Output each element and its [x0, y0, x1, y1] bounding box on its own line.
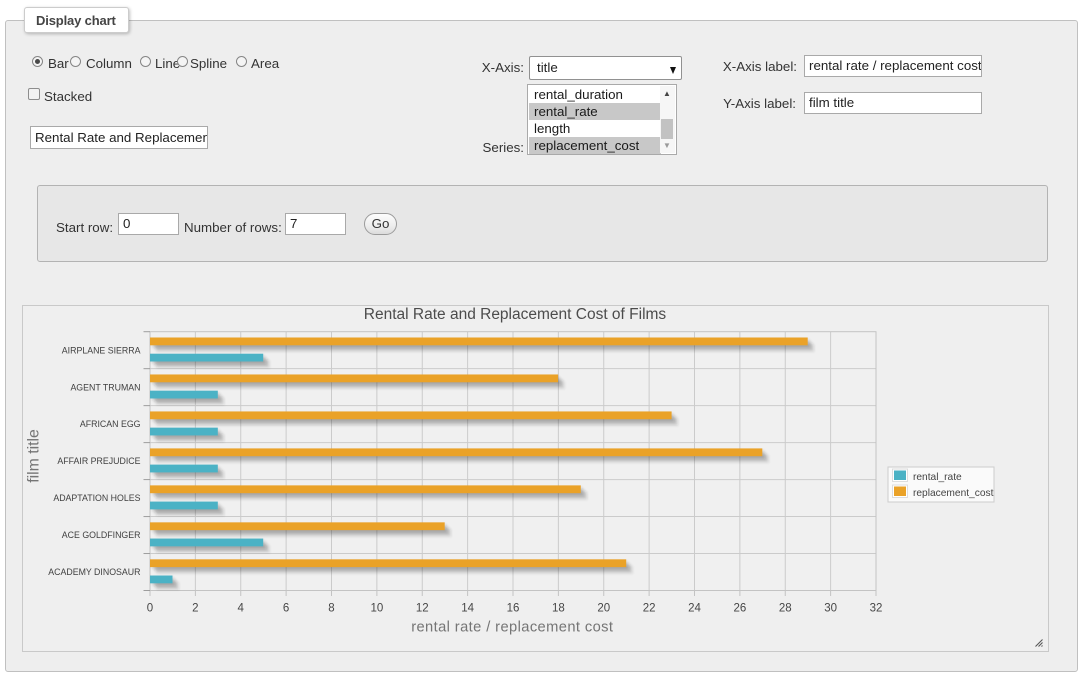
- svg-text:28: 28: [779, 602, 792, 614]
- svg-text:ACADEMY DINOSAUR: ACADEMY DINOSAUR: [48, 567, 140, 577]
- svg-text:ACE GOLDFINGER: ACE GOLDFINGER: [62, 530, 141, 540]
- svg-text:2: 2: [192, 602, 198, 614]
- svg-text:32: 32: [870, 602, 883, 614]
- svg-text:rental_rate: rental_rate: [913, 472, 962, 483]
- svg-text:rental rate / replacement cost: rental rate / replacement cost: [411, 620, 613, 636]
- svg-text:4: 4: [238, 602, 245, 614]
- svg-text:AIRPLANE SIERRA: AIRPLANE SIERRA: [62, 345, 141, 355]
- svg-text:Rental Rate and Replacement Co: Rental Rate and Replacement Cost of Film…: [364, 306, 667, 323]
- svg-text:AFRICAN EGG: AFRICAN EGG: [80, 419, 141, 429]
- svg-text:14: 14: [461, 602, 474, 614]
- svg-text:ADAPTATION HOLES: ADAPTATION HOLES: [53, 493, 140, 503]
- svg-text:26: 26: [733, 602, 746, 614]
- svg-text:film title: film title: [26, 429, 43, 483]
- svg-text:8: 8: [328, 602, 334, 614]
- svg-text:22: 22: [643, 602, 656, 614]
- svg-text:18: 18: [552, 602, 565, 614]
- svg-text:12: 12: [416, 602, 429, 614]
- svg-text:30: 30: [824, 602, 837, 614]
- svg-text:replacement_cost: replacement_cost: [913, 488, 994, 499]
- svg-text:AGENT TRUMAN: AGENT TRUMAN: [70, 382, 140, 392]
- svg-text:24: 24: [688, 602, 701, 614]
- svg-text:AFFAIR PREJUDICE: AFFAIR PREJUDICE: [57, 456, 140, 466]
- svg-text:10: 10: [370, 602, 383, 614]
- svg-text:6: 6: [283, 602, 289, 614]
- svg-text:20: 20: [597, 602, 610, 614]
- svg-text:16: 16: [507, 602, 520, 614]
- svg-text:0: 0: [147, 602, 153, 614]
